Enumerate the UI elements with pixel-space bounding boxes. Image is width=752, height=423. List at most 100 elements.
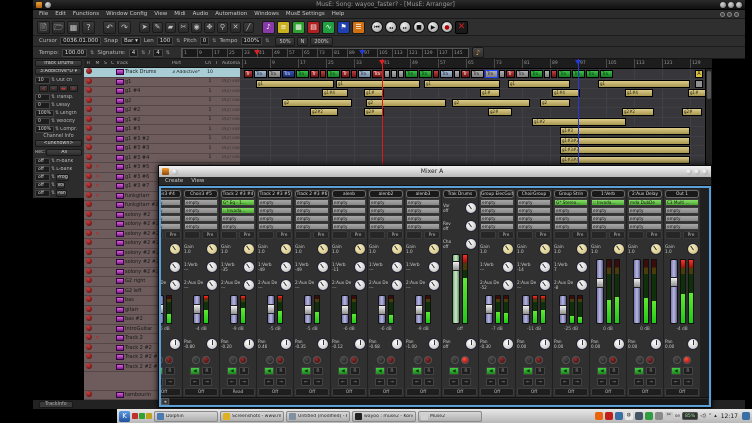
fader-handle[interactable] [230, 305, 238, 315]
arranger-part[interactable]: g2 [452, 99, 530, 107]
arranger-part[interactable]: Tra [405, 70, 418, 78]
fx-slot[interactable]: G* Eq - 1... [221, 199, 255, 206]
arranger-part[interactable]: g2# [682, 108, 702, 116]
ti-length-value[interactable]: 100% [35, 110, 54, 117]
pan-knob[interactable] [576, 338, 588, 350]
automation-mode-button[interactable]: Off [258, 388, 292, 396]
automation-mode-button[interactable]: Off [295, 388, 329, 396]
record-enable-button[interactable]: R [535, 367, 545, 375]
input-routing-button[interactable]: ← [523, 378, 533, 386]
gain-knob[interactable] [280, 243, 292, 255]
speaker-button[interactable]: ◀ [227, 367, 237, 375]
volume-fader[interactable] [522, 295, 530, 324]
list-editor-icon[interactable]: ▤ [307, 21, 320, 34]
pan-knob[interactable] [243, 338, 255, 350]
volume-fader[interactable] [230, 295, 238, 324]
fx-slot[interactable]: empty [161, 223, 181, 230]
pan-knob[interactable] [206, 338, 218, 350]
input-routing-button[interactable]: ← [560, 378, 570, 386]
track-name-button[interactable]: Track Drums [35, 60, 82, 67]
track-automation[interactable]: 0(2) visible [222, 98, 240, 103]
track-automation[interactable]: 0(2) visible [222, 108, 240, 113]
rewind-button[interactable]: ◂◂ [385, 21, 397, 33]
record-arm-button[interactable] [84, 135, 93, 143]
arranger-part[interactable] [544, 70, 550, 78]
sig-den-spinner[interactable]: ⇅ [166, 51, 170, 55]
ti-transp-value[interactable]: 0 [35, 94, 50, 101]
arranger-part[interactable]: g2# [488, 108, 512, 116]
send-knob[interactable] [502, 279, 514, 291]
tempo-value-spinner[interactable]: ⇅ [90, 51, 94, 55]
pager[interactable] [132, 413, 152, 419]
strip-mute-button[interactable] [340, 356, 348, 364]
record-arm-button[interactable] [84, 78, 93, 86]
arranger-part[interactable] [320, 70, 326, 78]
pre-indicator[interactable] [554, 231, 570, 239]
ti-velocity-value[interactable]: 0 [35, 118, 50, 125]
pan-knob[interactable] [317, 338, 329, 350]
volume-fader[interactable] [415, 295, 423, 324]
send-knob[interactable] [280, 279, 292, 291]
record-arm-button[interactable] [84, 363, 93, 371]
record-arm-button[interactable] [84, 87, 93, 95]
track-channel[interactable]: 1 [205, 127, 215, 132]
strip-solo-button[interactable] [313, 356, 321, 364]
speaker-button[interactable]: ◀ [671, 367, 681, 375]
record-arm-button[interactable] [84, 163, 93, 171]
speaker-button[interactable]: ◀ [597, 367, 607, 375]
mixer-hscrollbar[interactable]: ◂ [161, 397, 709, 405]
fx-slot[interactable]: empty [517, 223, 551, 230]
strip-mute-button[interactable] [451, 356, 459, 364]
pan-knob[interactable] [280, 338, 292, 350]
arranger-part[interactable]: g1 [336, 80, 420, 88]
mute-button[interactable]: ✕ [93, 174, 102, 180]
record-enable-button[interactable]: R [646, 367, 656, 375]
pan-knob[interactable] [650, 338, 662, 350]
fader-handle[interactable] [341, 305, 349, 315]
send-knob[interactable] [539, 279, 551, 291]
mdi-restore-button[interactable] [720, 12, 725, 17]
zoom-all-button[interactable]: A [695, 70, 703, 78]
automation-mode-button[interactable]: Off [161, 388, 181, 396]
fx-slot[interactable]: empty [369, 207, 403, 214]
arranger-part[interactable]: Tr [506, 70, 515, 78]
arranger-part[interactable]: g1#4 [625, 89, 653, 97]
new-file-icon[interactable]: 🗎 [37, 21, 50, 34]
forward-button[interactable]: ▸▸ [399, 21, 411, 33]
menu-muse-settings[interactable]: MusE Settings [286, 11, 325, 17]
fx-slot[interactable]: empty [258, 223, 292, 230]
output-routing-button[interactable]: → [646, 378, 656, 386]
patch-select[interactable]: 3:Addictive*D ▾ [35, 68, 82, 75]
strip-name-button[interactable]: 2:Aux Delay [628, 190, 662, 198]
out-ch-spinner[interactable]: ⇅ [51, 78, 55, 82]
fx-slot[interactable]: empty [406, 207, 440, 214]
pre-button[interactable]: Pre [424, 231, 440, 239]
range-marker[interactable] [359, 50, 365, 55]
strip-mute-button[interactable] [525, 356, 533, 364]
speaker-button[interactable]: ◀ [634, 367, 644, 375]
send-knob[interactable] [317, 279, 329, 291]
strip-mute-button[interactable] [192, 356, 200, 364]
volume-fader[interactable] [193, 295, 201, 324]
strip-name-button[interactable]: ChoirGroup [517, 190, 551, 198]
track-automation[interactable]: 0(2) visible [222, 89, 240, 94]
output-routing-button[interactable]: → [424, 378, 434, 386]
track-channel[interactable]: 1 [205, 155, 215, 160]
output-routing-button[interactable]: → [165, 378, 175, 386]
fx-slot[interactable]: empty [665, 207, 699, 214]
chrome-icon[interactable]: ◍ [625, 412, 633, 420]
input-routing-button[interactable]: ← [486, 378, 496, 386]
fx-slot[interactable]: :: Invada... [591, 199, 625, 206]
fx-slot[interactable]: empty [554, 207, 588, 214]
fader-handle[interactable] [267, 304, 275, 314]
fx-slot[interactable]: empty [480, 223, 514, 230]
zoom-tool-icon[interactable]: ⚲ [217, 22, 228, 33]
arranger-part[interactable]: Tra [471, 70, 484, 78]
pre-button[interactable]: Pre [165, 231, 181, 239]
fx-slot[interactable]: empty [369, 215, 403, 222]
record-arm-button[interactable] [84, 277, 93, 285]
volume-fader[interactable] [485, 295, 493, 324]
volume-fader[interactable] [596, 259, 604, 324]
fx-slot[interactable]: empty [517, 207, 551, 214]
pre-indicator[interactable] [221, 231, 237, 239]
